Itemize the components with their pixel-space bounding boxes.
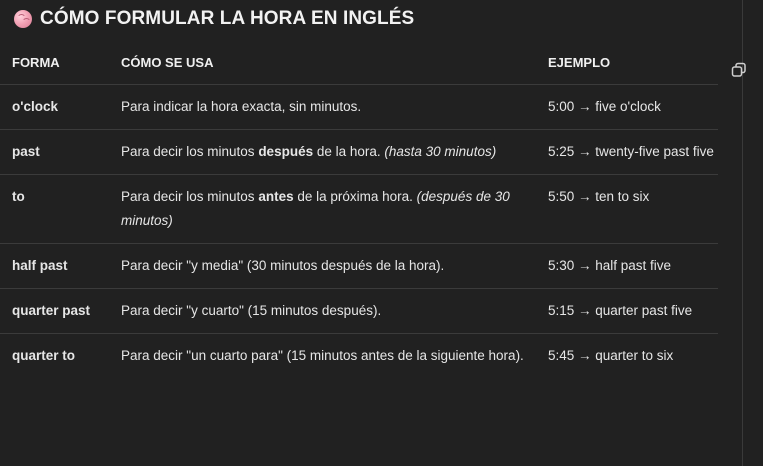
time-table: FORMA CÓMO SE USA EJEMPLO o'clock Para in… <box>0 40 718 378</box>
usage-italic: (hasta 30 minutos) <box>384 144 497 159</box>
cell-form: to <box>0 174 121 244</box>
usage-text: Para decir "y media" (30 minutos después… <box>121 258 445 273</box>
usage-text: Para decir los minutos <box>121 189 259 204</box>
usage-text: Para decir "y cuarto" (15 minutos despué… <box>121 303 382 318</box>
usage-text-after: de la hora. <box>313 144 385 159</box>
copy-icon[interactable] <box>731 62 747 78</box>
cell-example: 5:50 → ten to six <box>548 174 718 244</box>
header-como-se-usa: CÓMO SE USA <box>121 54 214 70</box>
cell-example: 5:00 → five o'clock <box>548 84 718 130</box>
cell-form: quarter past <box>0 288 121 334</box>
usage-bold: después <box>258 144 314 159</box>
cell-usage: Para decir los minutos después de la hor… <box>121 129 548 175</box>
cell-usage: Para decir los minutos antes de la próxi… <box>121 174 548 244</box>
table-header-row: FORMA CÓMO SE USA EJEMPLO <box>0 40 718 85</box>
table-row: o'clock Para indicar la hora exacta, sin … <box>0 84 718 130</box>
title-text: CÓMO FORMULAR LA HORA EN INGLÉS <box>40 8 415 29</box>
cell-example: 5:25 → twenty-five past five <box>548 129 718 175</box>
usage-bold: antes <box>258 189 294 204</box>
table-row: quarter to Para decir "un cuarto para" (1… <box>0 333 718 378</box>
cell-example: 5:45 → quarter to six <box>548 333 718 378</box>
header-ejemplo: EJEMPLO <box>548 54 611 70</box>
table-row: past Para decir los minutos después de la… <box>0 129 718 175</box>
cell-usage: Para indicar la hora exacta, sin minutos… <box>121 84 548 130</box>
table-row: to Para decir los minutos antes de la pró… <box>0 174 718 244</box>
usage-text: Para indicar la hora exacta, sin minutos… <box>121 99 362 114</box>
page-title: CÓMO FORMULAR LA HORA EN INGLÉS <box>14 6 414 32</box>
cell-form: past <box>0 129 121 175</box>
brain-icon <box>14 10 32 28</box>
cell-example: 5:15 → quarter past five <box>548 288 718 334</box>
table-row: quarter past Para decir "y cuarto" (15 mi… <box>0 288 718 334</box>
usage-text: Para decir "un cuarto para" (15 minutos … <box>121 348 524 363</box>
usage-text: Para decir los minutos <box>121 144 259 159</box>
cell-form: o'clock <box>0 84 121 130</box>
cell-form: quarter to <box>0 333 121 378</box>
cell-form: half past <box>0 243 121 289</box>
cell-example: 5:30 → half past five <box>548 243 718 289</box>
usage-text-after: de la próxima hora. <box>293 189 417 204</box>
cell-usage: Para decir "y cuarto" (15 minutos despué… <box>121 288 548 334</box>
table-row: half past Para decir "y media" (30 minuto… <box>0 243 718 289</box>
header-forma: FORMA <box>12 54 60 70</box>
cell-usage: Para decir "un cuarto para" (15 minutos … <box>121 333 548 378</box>
cell-usage: Para decir "y media" (30 minutos después… <box>121 243 548 289</box>
